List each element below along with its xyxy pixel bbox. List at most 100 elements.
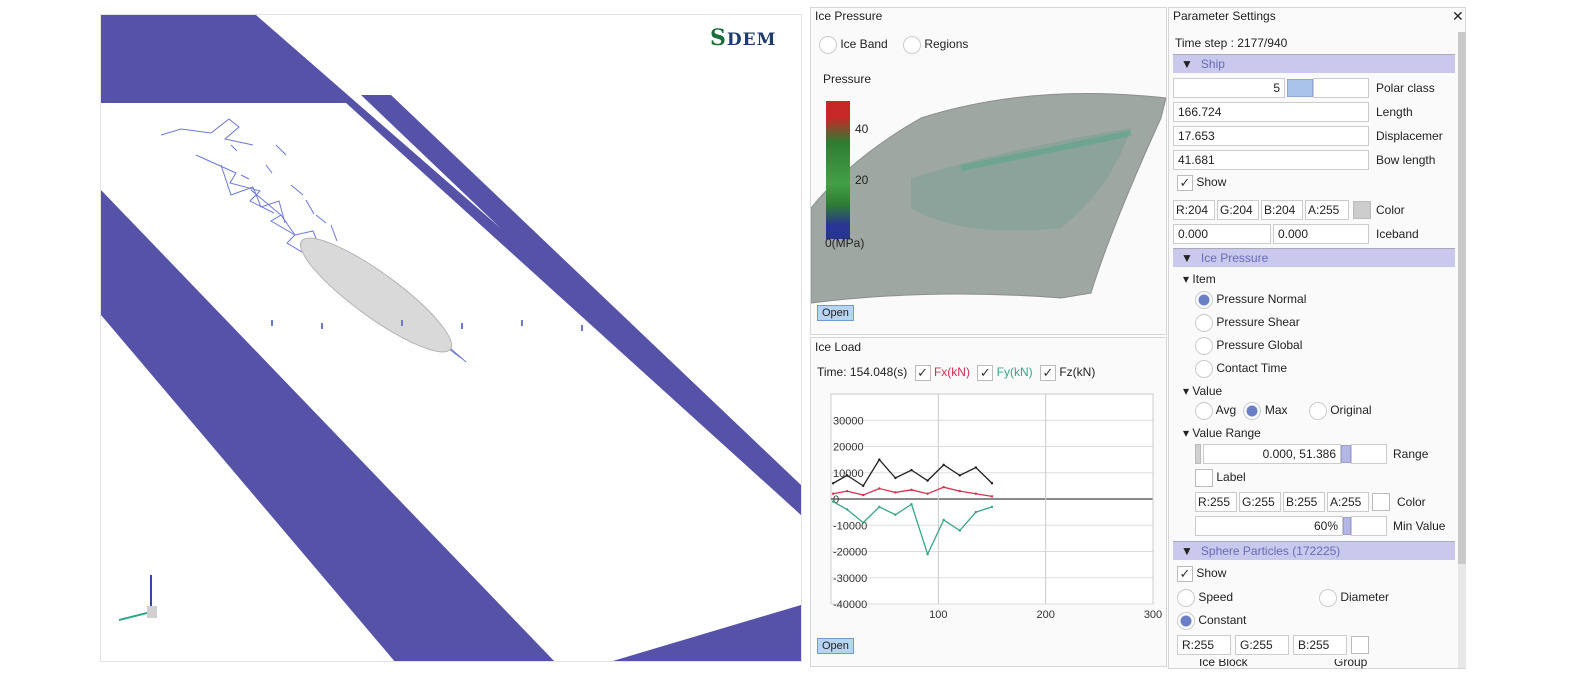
diameter-radio[interactable]	[1319, 589, 1337, 607]
sphere-particles-section-header[interactable]: ▼ Sphere Particles (172225)	[1173, 541, 1455, 560]
group-partial: Group	[1334, 659, 1367, 669]
polar-class-slider-handle[interactable]	[1287, 79, 1313, 97]
iceband-min-input[interactable]: 0.000	[1173, 224, 1271, 244]
pressure-global-option[interactable]: Pressure Global	[1195, 337, 1302, 355]
data-point	[862, 493, 865, 497]
ship-color-swatch[interactable]	[1353, 201, 1371, 219]
range-slider-right-handle[interactable]	[1341, 445, 1351, 463]
data-point	[910, 468, 913, 472]
avg-radio[interactable]	[1195, 402, 1213, 420]
data-point	[831, 492, 835, 495]
ship-show-option[interactable]: ✓ Show	[1177, 175, 1226, 191]
range-input[interactable]: 0.000, 51.386	[1203, 444, 1341, 464]
original-label: Original	[1330, 403, 1372, 418]
fy-checkbox[interactable]: ✓	[977, 365, 994, 381]
particles-show-option[interactable]: ✓ Show	[1177, 566, 1226, 582]
3d-viewport[interactable]: SDEM	[100, 14, 802, 662]
pressure-shear-option[interactable]: Pressure Shear	[1195, 314, 1300, 332]
data-point	[958, 474, 961, 477]
polar-class-input[interactable]: 5	[1173, 78, 1285, 98]
pressure-a-field[interactable]: A:255	[1327, 492, 1369, 512]
ice-pressure-panel: Ice Pressure Ice Band Regions Pressure 4…	[810, 7, 1167, 335]
min-value-input[interactable]: 60%	[1195, 516, 1343, 536]
ice-pressure-open-button[interactable]: Open	[817, 305, 854, 321]
range-slider-track[interactable]	[1351, 444, 1387, 464]
label-option[interactable]: Label	[1195, 469, 1246, 487]
legend-tick-40: 40	[855, 122, 869, 136]
legend-unit: 0(MPa)	[825, 236, 865, 250]
max-radio[interactable]	[1243, 402, 1262, 420]
ship-a-field[interactable]: A:255	[1305, 200, 1349, 220]
contact-time-option[interactable]: Contact Time	[1195, 360, 1287, 378]
data-point	[831, 482, 835, 485]
logo-rest: DEM	[726, 30, 777, 50]
regions-radio[interactable]	[903, 36, 921, 54]
pressure-global-radio[interactable]	[1195, 337, 1213, 355]
value-label: Value	[1192, 384, 1223, 398]
data-point	[894, 476, 897, 480]
min-value-slider-track[interactable]	[1351, 516, 1387, 536]
data-point	[942, 485, 945, 489]
ice-load-chart[interactable]: 3000020000100000-10000-20000-30000-40000…	[811, 386, 1168, 626]
diameter-label: Diameter	[1340, 590, 1390, 605]
ship-r-field[interactable]: R:204	[1173, 200, 1215, 220]
pressure-g-field[interactable]: G:255	[1239, 492, 1281, 512]
ship-section-header[interactable]: ▼ Ship	[1173, 54, 1455, 73]
ice-band-radio[interactable]	[819, 36, 837, 54]
ice-pressure-header-label: Ice Pressure	[1200, 251, 1269, 265]
data-point	[926, 552, 929, 556]
particles-b-field[interactable]: B:255	[1293, 635, 1347, 655]
constant-radio[interactable]	[1177, 612, 1195, 630]
time-label: Time: 154.048(s)	[817, 365, 908, 380]
speed-radio[interactable]	[1177, 589, 1195, 607]
min-value-slider-handle[interactable]	[1343, 517, 1351, 535]
ice-load-open-button[interactable]: Open	[817, 638, 854, 654]
pressure-normal-option[interactable]: Pressure Normal	[1195, 291, 1306, 309]
scene-canvas[interactable]	[101, 15, 802, 662]
settings-scrollbar-thumb[interactable]	[1458, 32, 1466, 564]
contact-time-label: Contact Time	[1216, 361, 1288, 376]
ship-g-field[interactable]: G:204	[1217, 200, 1259, 220]
data-point	[894, 513, 897, 516]
value-group-label: ▾ Value	[1183, 384, 1223, 398]
particles-g-field[interactable]: G:255	[1235, 635, 1289, 655]
polar-class-slider-track[interactable]	[1313, 78, 1369, 98]
close-icon[interactable]: ✕	[1452, 8, 1464, 25]
pressure-b-field[interactable]: B:255	[1283, 492, 1325, 512]
data-point	[894, 491, 897, 494]
pressure-shear-radio[interactable]	[1195, 314, 1213, 332]
ship-b-field[interactable]: B:204	[1261, 200, 1303, 220]
ice-pressure-section-header[interactable]: ▼ Ice Pressure	[1173, 248, 1455, 267]
data-point	[845, 489, 849, 493]
constant-option[interactable]: Constant	[1177, 612, 1246, 630]
pressure-normal-radio[interactable]	[1195, 291, 1213, 309]
displacement-input[interactable]: 17.653	[1173, 126, 1369, 146]
bow-length-input[interactable]: 41.681	[1173, 150, 1369, 170]
original-radio[interactable]	[1308, 402, 1327, 420]
iceband-max-input[interactable]: 0.000	[1273, 224, 1369, 244]
range-label: Range	[1393, 447, 1429, 461]
label-checkbox[interactable]	[1195, 469, 1213, 487]
fz-checkbox[interactable]: ✓	[1039, 365, 1056, 381]
logo-text: SDEM	[710, 25, 776, 51]
particles-r-field[interactable]: R:255	[1177, 635, 1231, 655]
speed-option[interactable]: Speed	[1177, 589, 1233, 607]
polar-class-label: Polar class	[1376, 81, 1435, 95]
sdem-logo: SDEM	[710, 25, 776, 51]
pressure-color-swatch[interactable]	[1372, 493, 1390, 511]
particles-color-swatch[interactable]	[1351, 636, 1369, 654]
length-input[interactable]: 166.724	[1173, 102, 1369, 122]
range-slider-left-handle[interactable]	[1195, 444, 1201, 464]
hull-pressure-view[interactable]	[811, 78, 1166, 308]
particles-show-checkbox[interactable]: ✓	[1177, 566, 1193, 582]
ice-band-option[interactable]: Ice Band	[819, 36, 888, 54]
ship-show-checkbox[interactable]: ✓	[1177, 175, 1193, 191]
value-options: Avg Max Original	[1195, 402, 1372, 420]
fx-checkbox[interactable]: ✓	[914, 365, 931, 381]
label-label: Label	[1216, 470, 1246, 485]
pressure-r-field[interactable]: R:255	[1195, 492, 1237, 512]
contact-time-radio[interactable]	[1195, 360, 1213, 378]
data-point	[974, 492, 978, 495]
regions-option[interactable]: Regions	[903, 36, 968, 54]
diameter-option[interactable]: Diameter	[1319, 589, 1389, 607]
